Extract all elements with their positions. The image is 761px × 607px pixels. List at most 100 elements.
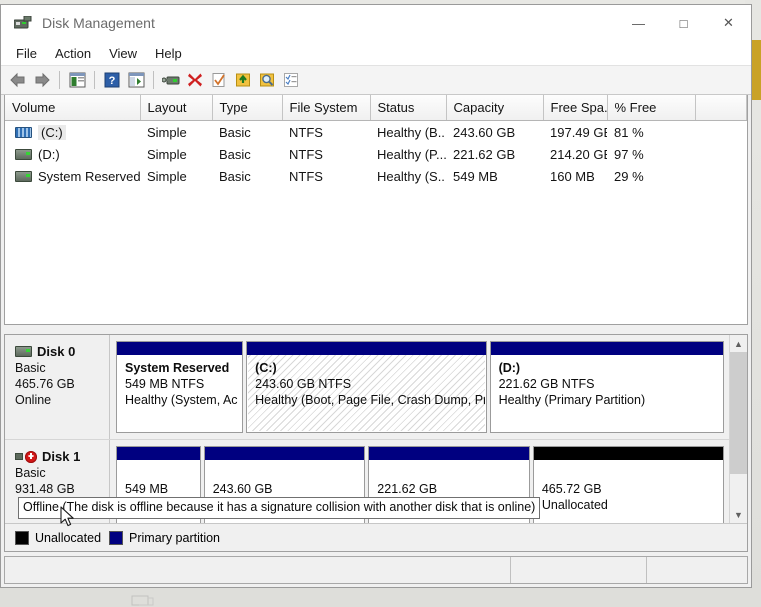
table-row[interactable]: (C:) Simple Basic NTFS Healthy (B... 243… xyxy=(5,121,747,144)
table-row[interactable]: System Reserved Simple Basic NTFS Health… xyxy=(5,165,747,187)
partition-d-drive[interactable]: (D:) 221.62 GB NTFS Healthy (Primary Par… xyxy=(490,341,724,433)
window-title: Disk Management xyxy=(42,15,155,31)
status-cell: Healthy (B... xyxy=(370,121,446,144)
partition-d1-unallocated[interactable]: 465.72 GB Unallocated xyxy=(533,446,724,523)
layout-cell: Simple xyxy=(140,121,212,144)
column-header-volume[interactable]: Volume xyxy=(5,95,140,121)
show-hide-action-pane-icon xyxy=(128,72,145,88)
partition-status: Unallocated xyxy=(542,497,715,513)
percent-free-cell: 81 % xyxy=(607,121,695,144)
primary-partition-swatch-icon xyxy=(109,531,123,545)
forward-button[interactable] xyxy=(31,69,53,91)
scrollbar-thumb[interactable] xyxy=(730,352,747,474)
column-header-blank[interactable] xyxy=(695,95,747,121)
blank-cell xyxy=(695,121,747,144)
explore-volume-button[interactable] xyxy=(256,69,278,91)
properties-icon xyxy=(211,72,227,88)
disk-pane-scrollbar[interactable]: ▲ ▼ xyxy=(729,335,747,523)
toolbar: ? xyxy=(1,65,751,95)
column-header-capacity[interactable]: Capacity xyxy=(446,95,543,121)
volume-icon xyxy=(15,171,32,182)
disk-row-0[interactable]: Disk 0 Basic 465.76 GB Online System Res… xyxy=(5,335,730,440)
partition-size: 221.62 GB NTFS xyxy=(499,376,715,392)
toolbar-separator-3 xyxy=(153,71,154,89)
extend-volume-button[interactable] xyxy=(232,69,254,91)
legend-item-unallocated: Unallocated xyxy=(15,531,101,545)
title-bar: Disk Management — □ ✕ xyxy=(1,5,751,41)
disk-type: Basic xyxy=(15,361,109,375)
pane-splitter[interactable] xyxy=(1,325,751,334)
volume-cell: System Reserved xyxy=(5,165,140,187)
column-header-file-system[interactable]: File System xyxy=(282,95,370,121)
status-bar xyxy=(4,556,748,584)
volume-list-pane[interactable]: Volume Layout Type File System Status Ca… xyxy=(4,95,748,325)
svg-text:?: ? xyxy=(109,75,116,87)
window-controls: — □ ✕ xyxy=(616,5,751,41)
maximize-button[interactable]: □ xyxy=(661,5,706,41)
column-header-free-space[interactable]: Free Spa... xyxy=(543,95,607,121)
unallocated-swatch-icon xyxy=(15,531,29,545)
partition-system-reserved[interactable]: System Reserved 549 MB NTFS Healthy (Sys… xyxy=(116,341,243,433)
partition-size: 465.72 GB xyxy=(542,481,715,497)
volume-cell: (C:) xyxy=(5,121,140,144)
menu-file[interactable]: File xyxy=(7,43,46,64)
capacity-cell: 549 MB xyxy=(446,165,543,187)
volume-name: (C:) xyxy=(38,125,66,140)
list-view-button[interactable] xyxy=(280,69,302,91)
partition-status: Healthy (System, Ac xyxy=(125,392,234,408)
file-system-cell: NTFS xyxy=(282,165,370,187)
partition-size: 549 MB NTFS xyxy=(125,376,234,392)
help-button[interactable]: ? xyxy=(101,69,123,91)
partition-c-drive[interactable]: (C:) 243.60 GB NTFS Healthy (Boot, Page … xyxy=(246,341,486,433)
file-system-cell: NTFS xyxy=(282,143,370,165)
disk-size: 931.48 GB xyxy=(15,482,109,496)
capacity-cell: 221.62 GB xyxy=(446,143,543,165)
rescan-disks-button[interactable] xyxy=(160,69,182,91)
disk-online-icon xyxy=(15,346,32,357)
show-hide-action-pane-button[interactable] xyxy=(125,69,147,91)
column-header-status[interactable]: Status xyxy=(370,95,446,121)
show-hide-console-tree-icon xyxy=(69,72,86,88)
delete-volume-button[interactable] xyxy=(184,69,206,91)
volume-table: Volume Layout Type File System Status Ca… xyxy=(5,95,747,187)
menu-view[interactable]: View xyxy=(100,43,146,64)
back-button[interactable] xyxy=(7,69,29,91)
show-hide-console-tree-button[interactable] xyxy=(66,69,88,91)
layout-cell: Simple xyxy=(140,143,212,165)
status-pane-1 xyxy=(5,557,511,583)
disk-name: Disk 0 xyxy=(37,344,75,359)
free-space-cell: 214.20 GB xyxy=(543,143,607,165)
scroll-down-arrow-icon[interactable]: ▼ xyxy=(730,506,747,523)
menu-help[interactable]: Help xyxy=(146,43,191,64)
percent-free-cell: 97 % xyxy=(607,143,695,165)
minimize-button[interactable]: — xyxy=(616,5,661,41)
disk-management-icon xyxy=(14,16,32,30)
type-cell: Basic xyxy=(212,143,282,165)
partition-size: 221.62 GB xyxy=(377,481,521,497)
free-space-cell: 160 MB xyxy=(543,165,607,187)
partition-band xyxy=(369,447,529,460)
volume-icon xyxy=(15,149,32,160)
forward-icon xyxy=(33,72,51,88)
partition-band xyxy=(117,447,200,460)
menu-action[interactable]: Action xyxy=(46,43,100,64)
volume-selected-icon xyxy=(15,127,32,138)
legend-label: Primary partition xyxy=(129,531,220,545)
properties-button[interactable] xyxy=(208,69,230,91)
disk-size: 465.76 GB xyxy=(15,377,109,391)
column-header-type[interactable]: Type xyxy=(212,95,282,121)
scroll-up-arrow-icon[interactable]: ▲ xyxy=(730,335,747,352)
disk-offline-error-icon xyxy=(25,451,37,463)
menu-bar: File Action View Help xyxy=(1,41,751,65)
volume-table-header-row: Volume Layout Type File System Status Ca… xyxy=(5,95,747,121)
column-header-layout[interactable]: Layout xyxy=(140,95,212,121)
partition-title: (D:) xyxy=(499,361,521,375)
close-button[interactable]: ✕ xyxy=(706,5,751,41)
disk-info-0[interactable]: Disk 0 Basic 465.76 GB Online xyxy=(5,335,110,439)
type-cell: Basic xyxy=(212,165,282,187)
type-cell: Basic xyxy=(212,121,282,144)
percent-free-cell: 29 % xyxy=(607,165,695,187)
partition-size: 243.60 GB NTFS xyxy=(255,376,477,392)
column-header-percent-free[interactable]: % Free xyxy=(607,95,695,121)
table-row[interactable]: (D:) Simple Basic NTFS Healthy (P... 221… xyxy=(5,143,747,165)
